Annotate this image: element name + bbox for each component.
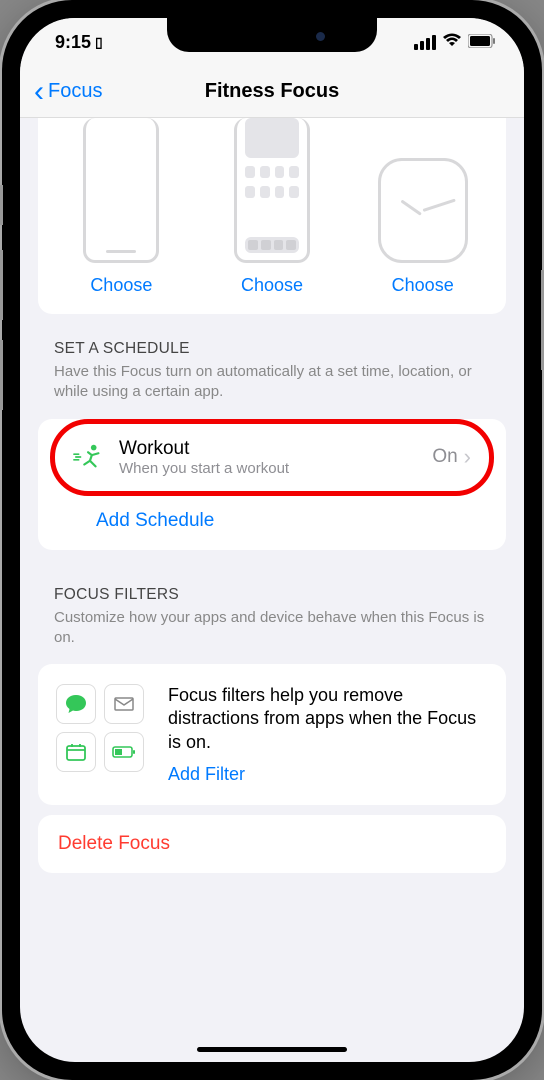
home-indicator[interactable]: [197, 1047, 347, 1052]
choose-home-button[interactable]: Choose: [197, 263, 348, 314]
filter-example-icons: [56, 684, 152, 785]
choose-lock-button[interactable]: Choose: [46, 263, 197, 314]
messages-icon: [56, 684, 96, 724]
status-time: 9:15: [55, 32, 91, 53]
schedule-card: Workout When you start a workout On › Ad…: [38, 419, 506, 550]
add-schedule-button[interactable]: Add Schedule: [38, 492, 506, 550]
privacy-icon: ▯: [95, 34, 103, 51]
filters-section-header: FOCUS FILTERS Customize how your apps an…: [20, 560, 524, 655]
add-filter-button[interactable]: Add Filter: [168, 764, 488, 785]
back-label: Focus: [48, 80, 102, 103]
customize-screens-card: Choose Choose: [38, 118, 506, 314]
filter-body-text: Focus filters help you remove distractio…: [168, 684, 488, 754]
chevron-left-icon: ‹: [34, 77, 44, 107]
workout-row-subtitle: When you start a workout: [119, 460, 418, 477]
workout-status: On: [432, 446, 457, 468]
focus-filters-card: Focus filters help you remove distractio…: [38, 664, 506, 805]
schedule-header-title: SET A SCHEDULE: [54, 340, 490, 358]
schedule-section-header: SET A SCHEDULE Have this Focus turn on a…: [20, 314, 524, 409]
lock-screen-preview[interactable]: [46, 118, 197, 263]
side-button: [0, 185, 3, 225]
chevron-right-icon: ›: [464, 444, 471, 470]
low-power-icon: [104, 732, 144, 772]
delete-card: Delete Focus: [38, 815, 506, 873]
calendar-icon: [56, 732, 96, 772]
choose-watch-button[interactable]: Choose: [347, 263, 498, 314]
wifi-icon: [442, 32, 462, 53]
battery-icon: [468, 32, 496, 53]
side-button: [0, 250, 3, 320]
content: Choose Choose: [20, 118, 524, 873]
delete-focus-button[interactable]: Delete Focus: [38, 815, 506, 873]
cellular-icon: [414, 35, 436, 50]
device-frame: 9:15 ▯ ‹ Focus Fitness Focus: [2, 0, 542, 1080]
notch: [167, 18, 377, 52]
watch-face-preview[interactable]: [347, 118, 498, 263]
home-screen-preview[interactable]: [197, 118, 348, 263]
schedule-header-desc: Have this Focus turn on automatically at…: [54, 362, 490, 403]
nav-bar: ‹ Focus Fitness Focus: [20, 66, 524, 118]
filters-header-desc: Customize how your apps and device behav…: [54, 608, 490, 649]
filters-header-title: FOCUS FILTERS: [54, 586, 490, 604]
workout-row-title: Workout: [119, 438, 418, 460]
workout-schedule-row[interactable]: Workout When you start a workout On ›: [55, 424, 489, 491]
workout-icon: [73, 441, 105, 473]
back-button[interactable]: ‹ Focus: [34, 77, 102, 107]
annotation-highlight: Workout When you start a workout On ›: [50, 419, 494, 496]
mail-icon: [104, 684, 144, 724]
screen: 9:15 ▯ ‹ Focus Fitness Focus: [20, 18, 524, 1062]
side-button: [0, 340, 3, 410]
